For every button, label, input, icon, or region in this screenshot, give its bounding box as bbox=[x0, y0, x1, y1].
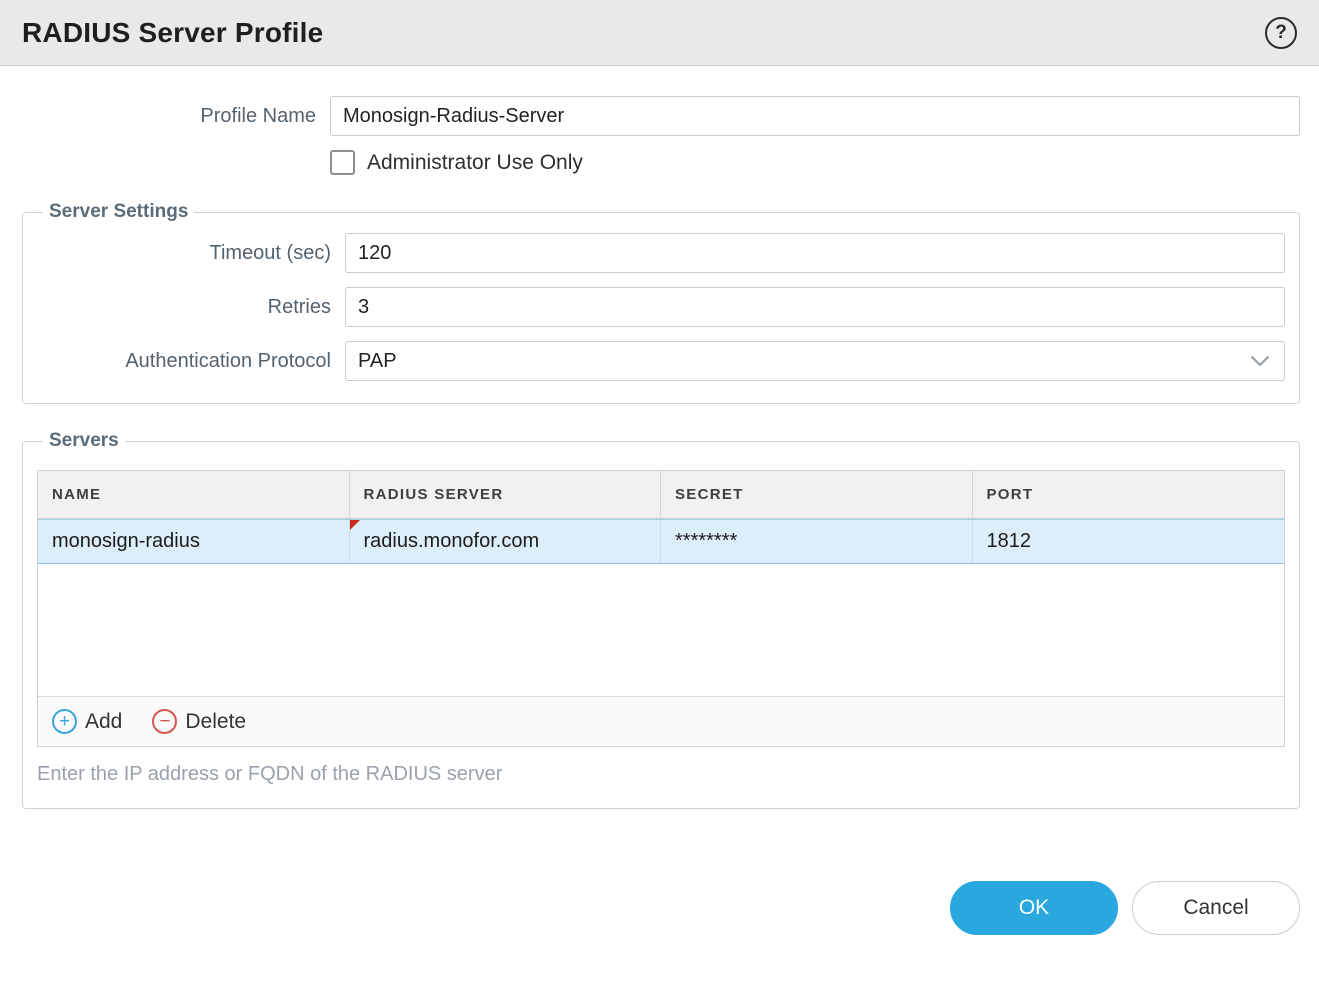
retries-input[interactable] bbox=[345, 287, 1285, 327]
timeout-input[interactable] bbox=[345, 233, 1285, 273]
cell-radius-server-value: radius.monofor.com bbox=[364, 530, 540, 552]
question-mark-glyph: ? bbox=[1275, 22, 1287, 44]
help-icon[interactable]: ? bbox=[1265, 17, 1297, 49]
profile-name-row: Profile Name bbox=[22, 96, 1300, 136]
servers-hint-text: Enter the IP address or FQDN of the RADI… bbox=[37, 763, 1285, 786]
retries-label: Retries bbox=[37, 296, 345, 319]
admin-use-only-checkbox[interactable] bbox=[330, 150, 355, 175]
delete-button[interactable]: − Delete bbox=[152, 709, 246, 734]
servers-legend: Servers bbox=[43, 430, 125, 452]
column-header-radius-server[interactable]: RADIUS SERVER bbox=[350, 471, 662, 518]
admin-use-only-label: Administrator Use Only bbox=[367, 151, 583, 175]
table-toolbar: + Add − Delete bbox=[38, 696, 1284, 746]
auth-protocol-row: Authentication Protocol PAP bbox=[37, 341, 1285, 381]
add-button[interactable]: + Add bbox=[52, 709, 122, 734]
auth-protocol-label: Authentication Protocol bbox=[37, 350, 345, 373]
table-empty-area bbox=[38, 564, 1284, 696]
delete-button-label: Delete bbox=[185, 710, 246, 734]
profile-name-input[interactable] bbox=[330, 96, 1300, 136]
cell-name: monosign-radius bbox=[38, 520, 350, 563]
cancel-button[interactable]: Cancel bbox=[1132, 881, 1300, 935]
server-table-row[interactable]: monosign-radius radius.monofor.com *****… bbox=[38, 519, 1284, 564]
plus-glyph: + bbox=[59, 712, 70, 731]
auth-protocol-value: PAP bbox=[358, 350, 397, 373]
column-header-secret[interactable]: SECRET bbox=[661, 471, 973, 518]
dialog-header: RADIUS Server Profile ? bbox=[0, 0, 1319, 66]
cell-port: 1812 bbox=[973, 520, 1285, 563]
auth-protocol-select[interactable]: PAP bbox=[345, 341, 1285, 381]
chevron-down-icon bbox=[1250, 355, 1270, 367]
profile-name-label: Profile Name bbox=[22, 105, 330, 128]
timeout-label: Timeout (sec) bbox=[37, 242, 345, 265]
column-header-port[interactable]: PORT bbox=[973, 471, 1285, 518]
dialog-body: Profile Name Administrator Use Only Serv… bbox=[0, 66, 1319, 935]
cell-secret: ******** bbox=[661, 520, 973, 563]
dialog-title: RADIUS Server Profile bbox=[22, 17, 323, 49]
minus-glyph: − bbox=[159, 712, 170, 731]
servers-section: Servers NAME RADIUS SERVER SECRET PORT m… bbox=[22, 430, 1300, 809]
column-header-name[interactable]: NAME bbox=[38, 471, 350, 518]
add-button-label: Add bbox=[85, 710, 122, 734]
delete-icon: − bbox=[152, 709, 177, 734]
admin-use-only-row: Administrator Use Only bbox=[22, 150, 1300, 175]
timeout-row: Timeout (sec) bbox=[37, 233, 1285, 273]
add-icon: + bbox=[52, 709, 77, 734]
servers-table: NAME RADIUS SERVER SECRET PORT monosign-… bbox=[37, 470, 1285, 747]
cell-radius-server: radius.monofor.com bbox=[350, 520, 662, 563]
server-settings-legend: Server Settings bbox=[43, 201, 194, 223]
ok-button[interactable]: OK bbox=[950, 881, 1118, 935]
retries-row: Retries bbox=[37, 287, 1285, 327]
server-settings-section: Server Settings Timeout (sec) Retries Au… bbox=[22, 201, 1300, 404]
dialog-actions: OK Cancel bbox=[22, 881, 1300, 935]
cell-modified-marker-icon bbox=[350, 520, 360, 530]
servers-table-header: NAME RADIUS SERVER SECRET PORT bbox=[38, 471, 1284, 519]
